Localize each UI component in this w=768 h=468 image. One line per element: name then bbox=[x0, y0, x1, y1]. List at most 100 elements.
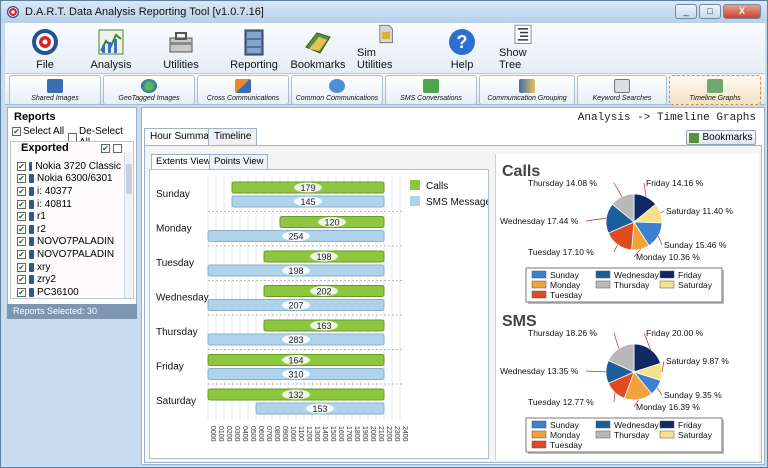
device-checkbox[interactable]: ✔ bbox=[17, 199, 26, 209]
device-list-item[interactable]: ✔ i: 40811 bbox=[17, 198, 121, 211]
device-checkbox[interactable]: ✔ bbox=[17, 262, 26, 272]
device-name: Nokia 6300/6301 bbox=[37, 173, 113, 185]
legend-swatch bbox=[659, 280, 675, 289]
images-icon bbox=[47, 79, 63, 93]
device-checkbox[interactable]: ✔ bbox=[17, 161, 26, 171]
legend-label: Tuesday bbox=[550, 440, 583, 450]
group-uncheck-all-icon[interactable] bbox=[113, 144, 122, 153]
close-button[interactable]: X bbox=[723, 4, 761, 19]
pie-leader-line bbox=[585, 370, 607, 373]
toolbox-icon bbox=[169, 32, 193, 53]
device-checkbox[interactable]: ✔ bbox=[17, 275, 26, 285]
tab-geotagged-images[interactable]: GeoTagged Images bbox=[103, 75, 195, 105]
device-list-item[interactable]: ✔ zry2 bbox=[17, 273, 121, 286]
exported-group: Exported ✔ ✔ Nokia 3720 Classic ✔ Nokia 630… bbox=[10, 141, 134, 299]
bar-value-label: 198 bbox=[316, 252, 331, 262]
pie-charts-panel: Calls Friday 14.16 % Saturday 11.40 % Sunda… bbox=[495, 154, 759, 460]
device-checkbox[interactable]: ✔ bbox=[17, 186, 26, 196]
bar-value-label: 179 bbox=[300, 183, 315, 193]
device-list-item[interactable]: ✔ NOVO7PALADIN bbox=[17, 236, 121, 249]
device-list-item[interactable]: ✔ r2 bbox=[17, 223, 121, 236]
x-tick-label: 2100 bbox=[377, 426, 384, 442]
bookmarks-toggle-button[interactable]: Bookmarks bbox=[686, 130, 756, 145]
device-list-item[interactable]: ✔ i: 40377 bbox=[17, 185, 121, 198]
x-tick-label: 1900 bbox=[361, 426, 368, 442]
cross-comm-icon bbox=[235, 79, 251, 93]
pie-slice-label: Saturday 11.40 % bbox=[666, 206, 733, 216]
device-checkbox[interactable]: ✔ bbox=[17, 237, 26, 247]
device-list-item[interactable]: ✔ Nokia 3720 Classic bbox=[17, 160, 121, 173]
device-list-item[interactable]: ✔ NOVO7PALADIN bbox=[17, 248, 121, 261]
device-checkbox[interactable]: ✔ bbox=[17, 287, 26, 297]
device-name: PC36100 bbox=[37, 286, 79, 298]
device-list-scrollbar[interactable] bbox=[124, 152, 132, 298]
pie-slice-label: Sunday 9.35 % bbox=[664, 390, 722, 400]
pie-slice-label: Thursday 18.26 % bbox=[528, 328, 597, 338]
tab-communication-grouping[interactable]: Communication Grouping bbox=[479, 75, 575, 105]
tab-shared-images[interactable]: Shared Images bbox=[9, 75, 101, 105]
tab-timeline[interactable]: Timeline bbox=[208, 128, 258, 145]
reporting-label: Reporting bbox=[230, 59, 278, 71]
tree-icon bbox=[514, 24, 532, 44]
group-check-all-icon[interactable]: ✔ bbox=[101, 144, 110, 153]
phone-icon bbox=[29, 174, 34, 184]
show-tree-button[interactable]: Show Tree bbox=[499, 23, 547, 71]
svg-text:?: ? bbox=[457, 32, 468, 52]
device-name: r2 bbox=[37, 223, 46, 235]
tab-timeline-graphs[interactable]: Timeline Graphs bbox=[669, 75, 761, 105]
reports-panel: Reports ✔ Select All De-Select All Expor… bbox=[7, 107, 137, 319]
legend-swatch bbox=[410, 196, 420, 206]
bar-value-label: 310 bbox=[288, 370, 303, 380]
legend-swatch bbox=[531, 440, 547, 449]
magnifier-icon bbox=[614, 79, 630, 93]
device-checkbox[interactable]: ✔ bbox=[17, 224, 26, 234]
maximize-button[interactable]: □ bbox=[699, 4, 721, 19]
device-checkbox[interactable]: ✔ bbox=[17, 174, 26, 184]
x-tick-label: 0700 bbox=[265, 426, 272, 442]
device-list-item[interactable]: ✔ xry bbox=[17, 261, 121, 274]
device-list-item[interactable]: ✔ r1 bbox=[17, 210, 121, 223]
device-checkbox[interactable]: ✔ bbox=[17, 249, 26, 259]
reporting-button[interactable]: Reporting bbox=[230, 23, 278, 71]
pie-leader-line bbox=[585, 217, 607, 222]
x-tick-label: 0000 bbox=[209, 426, 216, 442]
device-name: NOVO7PALADIN bbox=[37, 248, 115, 260]
tab-sms-conversations[interactable]: SMS Conversations bbox=[385, 75, 477, 105]
pie-leader-line bbox=[657, 235, 663, 246]
legend-label: Wednesday bbox=[614, 420, 659, 430]
bookmarks-button[interactable]: Bookmarks bbox=[290, 23, 346, 71]
sim-card-icon bbox=[379, 24, 393, 44]
bar-value-label: 198 bbox=[288, 266, 303, 276]
x-tick-label: 1600 bbox=[337, 426, 344, 442]
phone-icon bbox=[29, 199, 34, 209]
file-button[interactable]: File bbox=[27, 23, 63, 71]
legend-swatch bbox=[410, 180, 420, 190]
file-label: File bbox=[36, 59, 54, 71]
device-list-item[interactable]: ✔ Nokia 6300/6301 bbox=[17, 173, 121, 186]
tab-keyword-searches[interactable]: Keyword Searches bbox=[577, 75, 667, 105]
phone-icon bbox=[29, 224, 34, 234]
utilities-button[interactable]: Utilities bbox=[159, 23, 203, 71]
legend-swatch bbox=[595, 430, 611, 439]
tab-common-communications[interactable]: Common Communications bbox=[291, 75, 383, 105]
x-tick-label: 1800 bbox=[353, 426, 360, 442]
device-list-item[interactable]: ✔ PC36100 bbox=[17, 286, 121, 299]
help-label: Help bbox=[450, 59, 474, 71]
minimize-button[interactable]: _ bbox=[675, 4, 697, 19]
x-tick-label: 0100 bbox=[217, 426, 224, 442]
device-name: i: 40811 bbox=[37, 198, 72, 210]
select-all-button[interactable]: ✔ Select All bbox=[12, 126, 64, 137]
x-tick-label: 2300 bbox=[393, 426, 400, 442]
common-comm-icon bbox=[329, 79, 345, 93]
x-tick-label: 0600 bbox=[257, 426, 264, 442]
device-checkbox[interactable]: ✔ bbox=[17, 212, 26, 222]
pie-slice-label: Tuesday 17.10 % bbox=[528, 247, 594, 257]
tab-cross-communications[interactable]: Cross Communications bbox=[197, 75, 289, 105]
help-button[interactable]: ? Help bbox=[445, 23, 479, 71]
tab-extents-view[interactable]: Extents View bbox=[151, 154, 216, 169]
sim-utilities-button[interactable]: Sim Utilities bbox=[357, 23, 413, 71]
scrollbar-thumb[interactable] bbox=[126, 164, 132, 194]
tab-points-view[interactable]: Points View bbox=[209, 154, 269, 169]
analysis-button[interactable]: Analysis bbox=[89, 23, 133, 71]
legend-swatch bbox=[659, 430, 675, 439]
